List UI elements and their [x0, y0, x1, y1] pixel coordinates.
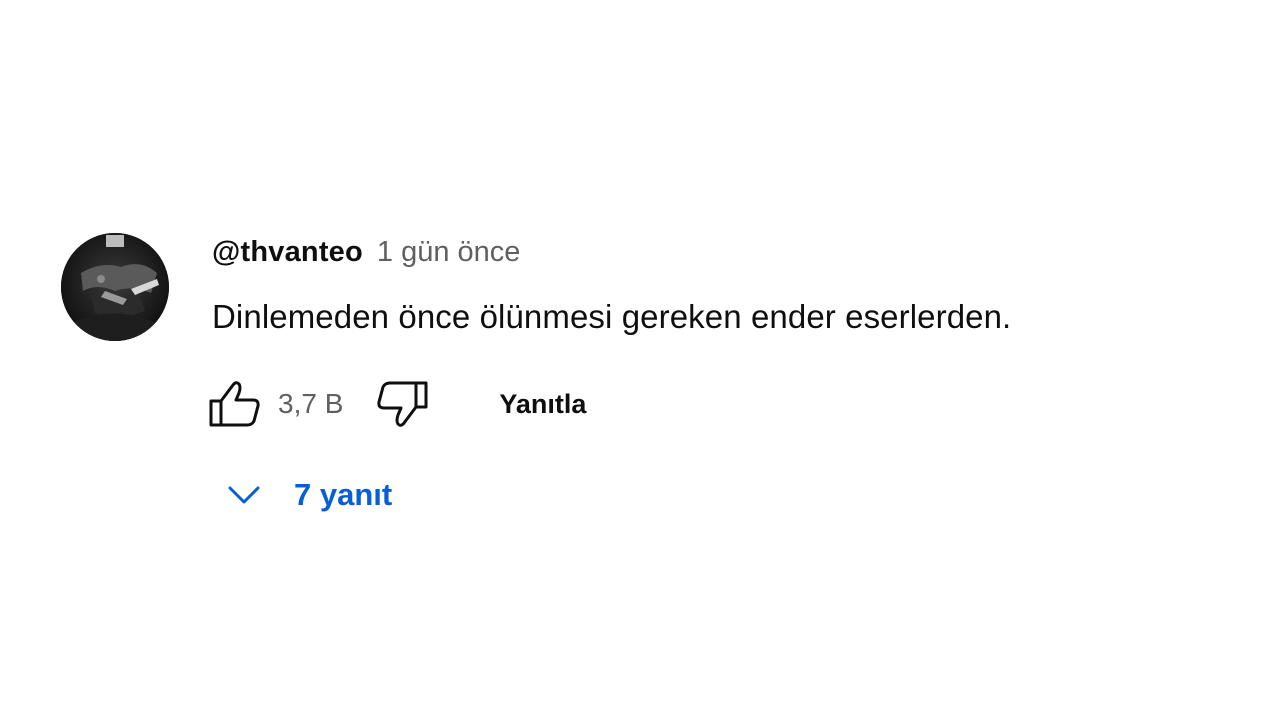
comment-actions: 3,7 B Yanıtla	[204, 376, 586, 432]
comment-screen: @thvanteo 1 gün önce Dinlemeden önce ölü…	[0, 0, 1280, 720]
thumbs-up-icon	[209, 381, 260, 427]
avatar-image	[61, 233, 169, 341]
avatar[interactable]	[61, 233, 169, 341]
comment-header: @thvanteo 1 gün önce	[212, 236, 520, 280]
dislike-button[interactable]	[371, 376, 433, 432]
comment-text: Dinlemeden önce ölünmesi gereken ender e…	[212, 298, 1012, 335]
comment-timestamp[interactable]: 1 gün önce	[377, 236, 521, 269]
like-count: 3,7 B	[278, 388, 344, 419]
show-replies-button[interactable]: 7 yanıt	[222, 470, 392, 520]
chevron-down-icon	[222, 470, 266, 520]
replies-count-label: 7 yanıt	[294, 477, 393, 512]
reply-button[interactable]: Yanıtla	[499, 389, 586, 420]
like-button[interactable]	[204, 376, 266, 432]
author-name[interactable]: @thvanteo	[212, 236, 363, 269]
thumbs-down-icon	[377, 381, 428, 427]
